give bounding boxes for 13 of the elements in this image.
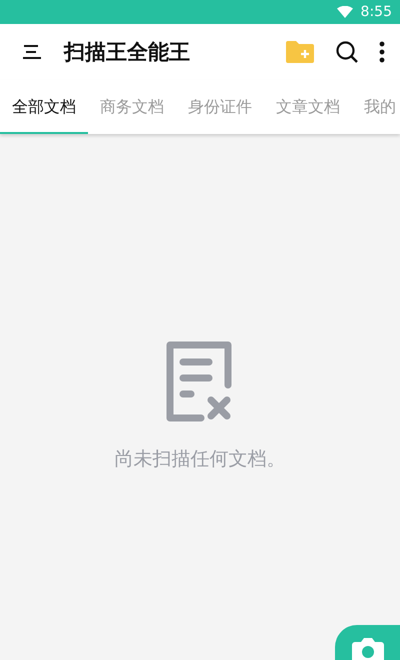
tab[interactable]: 全部文档 (0, 80, 88, 134)
wifi-icon (336, 6, 353, 18)
status-time: 8:55 (360, 4, 392, 20)
empty-message: 尚未扫描任何文档。 (114, 447, 286, 472)
tab[interactable]: 身份证件 (176, 80, 264, 134)
more-icon[interactable] (379, 41, 385, 63)
search-icon[interactable] (335, 40, 359, 64)
menu-icon[interactable] (22, 44, 42, 60)
tab[interactable]: 我的 (352, 80, 400, 134)
app-title: 扫描王全能王 (64, 39, 190, 66)
camera-icon (350, 637, 386, 660)
tab[interactable]: 文章文档 (264, 80, 352, 134)
tab[interactable]: 商务文档 (88, 80, 176, 134)
